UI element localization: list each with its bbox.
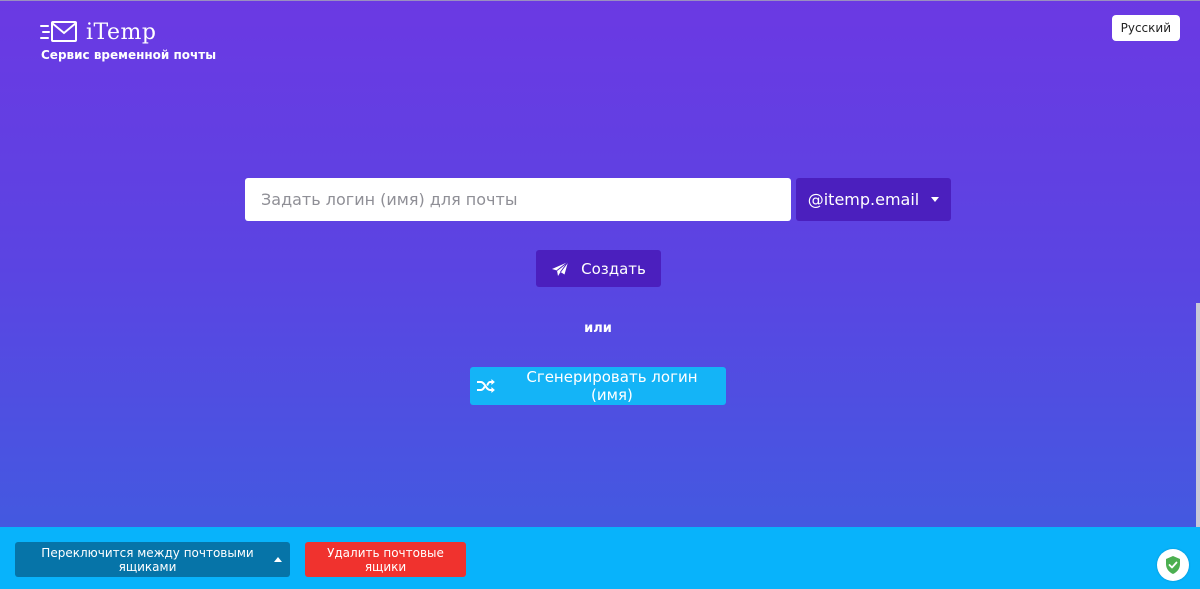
switch-mailbox-button[interactable]: Переключится между почтовыми ящиками xyxy=(15,542,290,577)
create-label: Создать xyxy=(581,259,646,278)
chevron-down-icon xyxy=(931,197,940,202)
or-divider-text: или xyxy=(584,321,612,336)
top-border xyxy=(0,0,1200,1)
create-button[interactable]: Создать xyxy=(536,250,661,287)
footer-bar: Переключится между почтовыми ящиками Уда… xyxy=(0,527,1200,589)
logo[interactable]: iTemp xyxy=(40,18,156,46)
login-input[interactable] xyxy=(245,178,791,221)
envelope-speed-icon xyxy=(40,21,77,42)
switch-mailbox-label: Переключится между почтовыми ящиками xyxy=(41,545,254,574)
domain-label: @itemp.email xyxy=(807,190,920,209)
language-selector[interactable]: Русский xyxy=(1111,15,1180,41)
delete-mailboxes-button[interactable]: Удалить почтовые ящики xyxy=(305,542,466,577)
paper-plane-icon xyxy=(552,261,569,276)
shuffle-icon xyxy=(476,379,495,393)
security-badge[interactable] xyxy=(1157,549,1189,581)
logo-text: iTemp xyxy=(86,19,157,45)
generate-login-button[interactable]: Сгенерировать логин (имя) xyxy=(470,367,726,405)
page: iTemp Сервис временной почты Русский @it… xyxy=(0,0,1200,589)
tagline: Сервис временной почты xyxy=(41,48,217,62)
generate-label: Сгенерировать логин (имя) xyxy=(526,368,698,404)
shield-check-icon xyxy=(1166,556,1180,574)
domain-dropdown[interactable]: @itemp.email xyxy=(796,178,951,221)
scrollbar[interactable] xyxy=(1196,303,1200,528)
chevron-up-icon xyxy=(274,557,282,562)
